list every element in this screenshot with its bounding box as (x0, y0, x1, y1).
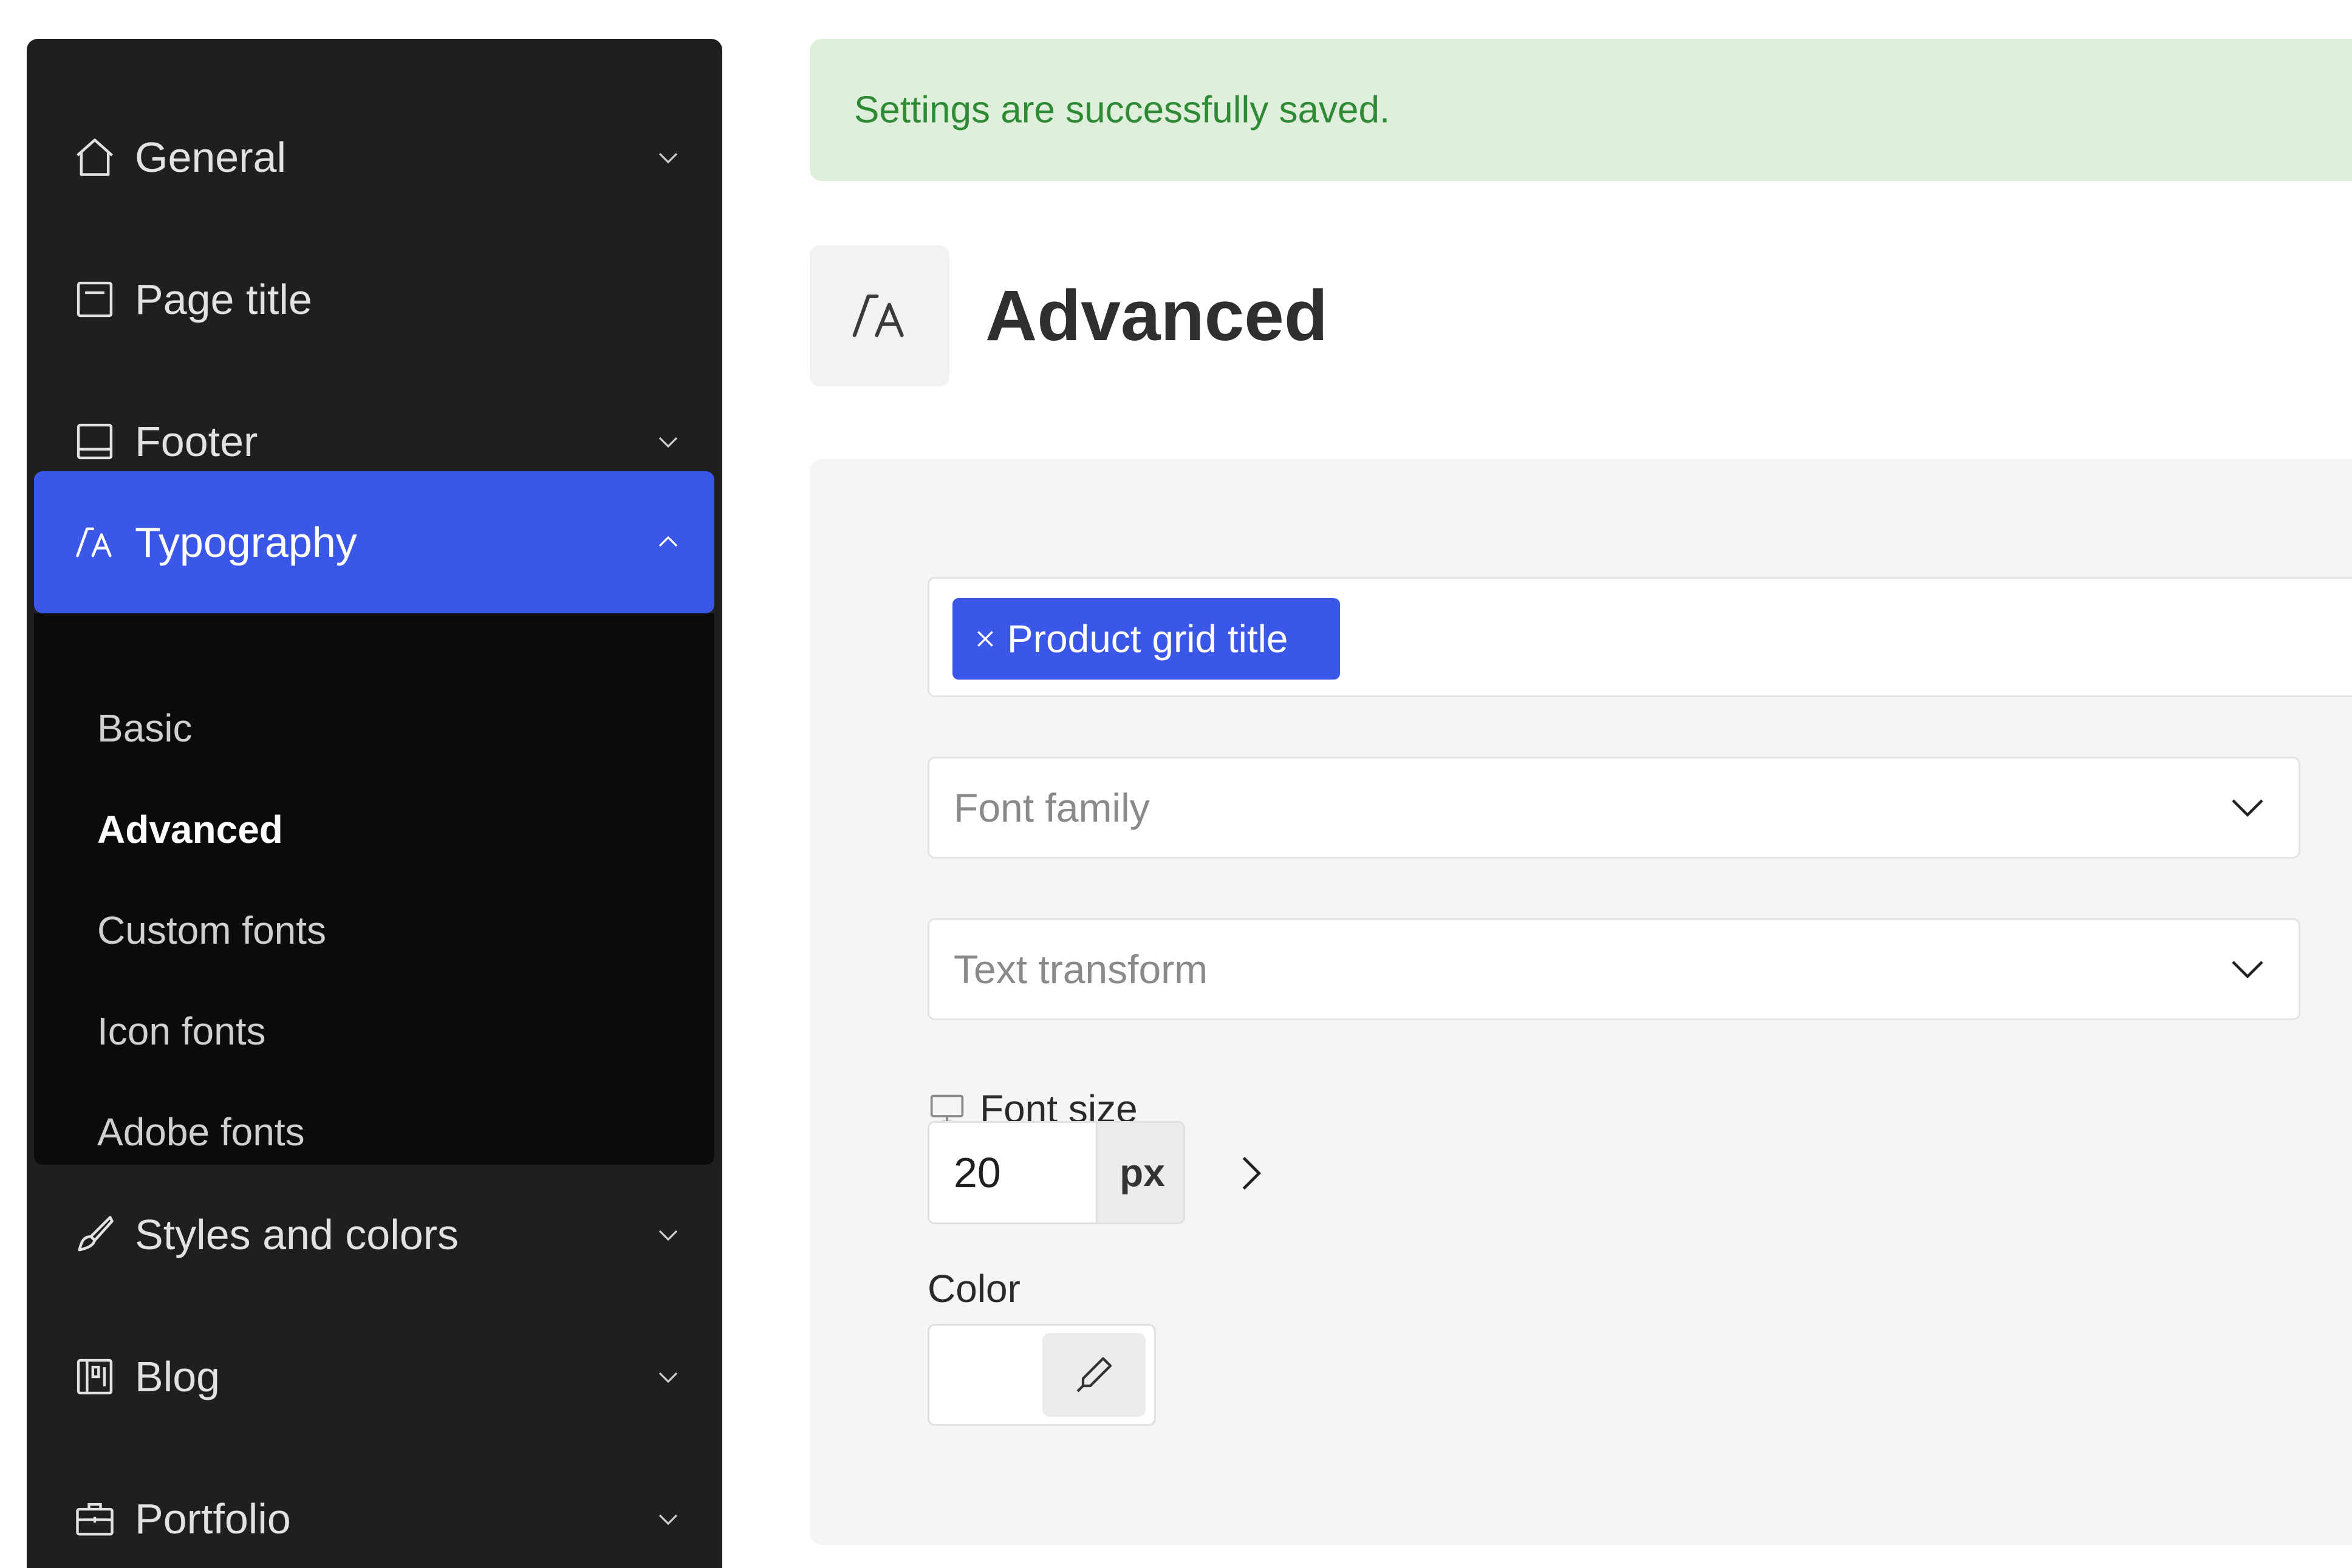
submenu-item-icon-fonts[interactable]: Icon fonts (97, 1009, 266, 1054)
page-header-icon-box (810, 245, 949, 386)
brush-icon (72, 1212, 118, 1258)
sidebar-item-label: Page title (135, 276, 312, 323)
briefcase-icon (72, 1496, 118, 1542)
chevron-down-icon (2226, 947, 2269, 991)
sidebar-item-styles-and-colors[interactable]: Styles and colors (34, 1164, 714, 1306)
sidebar-item-typography[interactable]: Typography (34, 471, 714, 613)
typography-submenu: Basic Advanced Custom fonts Icon fonts A… (34, 613, 714, 1165)
chevron-down-icon (654, 1362, 683, 1391)
footer-icon (72, 418, 118, 465)
chevron-up-icon (654, 528, 683, 557)
text-transform-placeholder: Text transform (954, 947, 1208, 992)
sidebar: General Page title Footer Typography Bas… (27, 39, 722, 1568)
sidebar-item-label: Footer (135, 418, 258, 465)
sidebar-item-label: Styles and colors (135, 1211, 459, 1258)
alert-message: Settings are successfully saved. (854, 89, 1390, 131)
font-family-select[interactable]: Font family (928, 757, 2300, 859)
sidebar-item-label: Blog (135, 1353, 220, 1400)
tag-label: Product grid title (1007, 617, 1288, 661)
chevron-down-icon (2226, 786, 2269, 830)
page-title-icon (72, 276, 118, 322)
sidebar-item-blog[interactable]: Blog (34, 1306, 714, 1448)
font-size-field: px (928, 1121, 1185, 1224)
submenu-item-basic[interactable]: Basic (97, 706, 193, 751)
sidebar-item-general[interactable]: General (34, 86, 714, 228)
remove-tag-icon[interactable] (973, 627, 997, 651)
font-size-input[interactable] (929, 1123, 1096, 1222)
page-title: Advanced (985, 276, 1328, 356)
chevron-down-icon (654, 427, 683, 456)
sidebar-item-label: Typography (135, 519, 357, 566)
text-transform-select[interactable]: Text transform (928, 918, 2300, 1020)
chevron-right-icon[interactable] (1228, 1149, 1274, 1198)
color-label: Color (928, 1267, 1020, 1311)
sidebar-item-portfolio[interactable]: Portfolio (34, 1448, 714, 1568)
sidebar-item-label: General (135, 134, 287, 181)
home-icon (72, 134, 118, 180)
font-family-placeholder: Font family (954, 785, 1150, 830)
eyedropper-icon (1072, 1353, 1116, 1397)
chevron-down-icon (654, 143, 683, 172)
sidebar-item-label: Portfolio (135, 1495, 291, 1542)
selected-element-tag[interactable]: Product grid title (952, 598, 1340, 680)
sidebar-item-page-title[interactable]: Page title (34, 228, 714, 370)
submenu-item-custom-fonts[interactable]: Custom fonts (97, 908, 326, 953)
submenu-item-adobe-fonts[interactable]: Adobe fonts (97, 1110, 305, 1154)
typography-icon (72, 519, 118, 565)
font-size-unit[interactable]: px (1096, 1123, 1183, 1222)
chevron-down-icon (654, 1504, 683, 1533)
success-alert: Settings are successfully saved. (810, 39, 2352, 181)
chevron-down-icon (654, 1220, 683, 1249)
submenu-item-advanced[interactable]: Advanced (97, 807, 283, 852)
color-picker-button[interactable] (1042, 1333, 1146, 1417)
color-picker[interactable] (928, 1324, 1156, 1426)
typography-icon (846, 282, 913, 349)
element-selector-field[interactable]: Product grid title (928, 577, 2352, 697)
blog-icon (72, 1354, 118, 1400)
